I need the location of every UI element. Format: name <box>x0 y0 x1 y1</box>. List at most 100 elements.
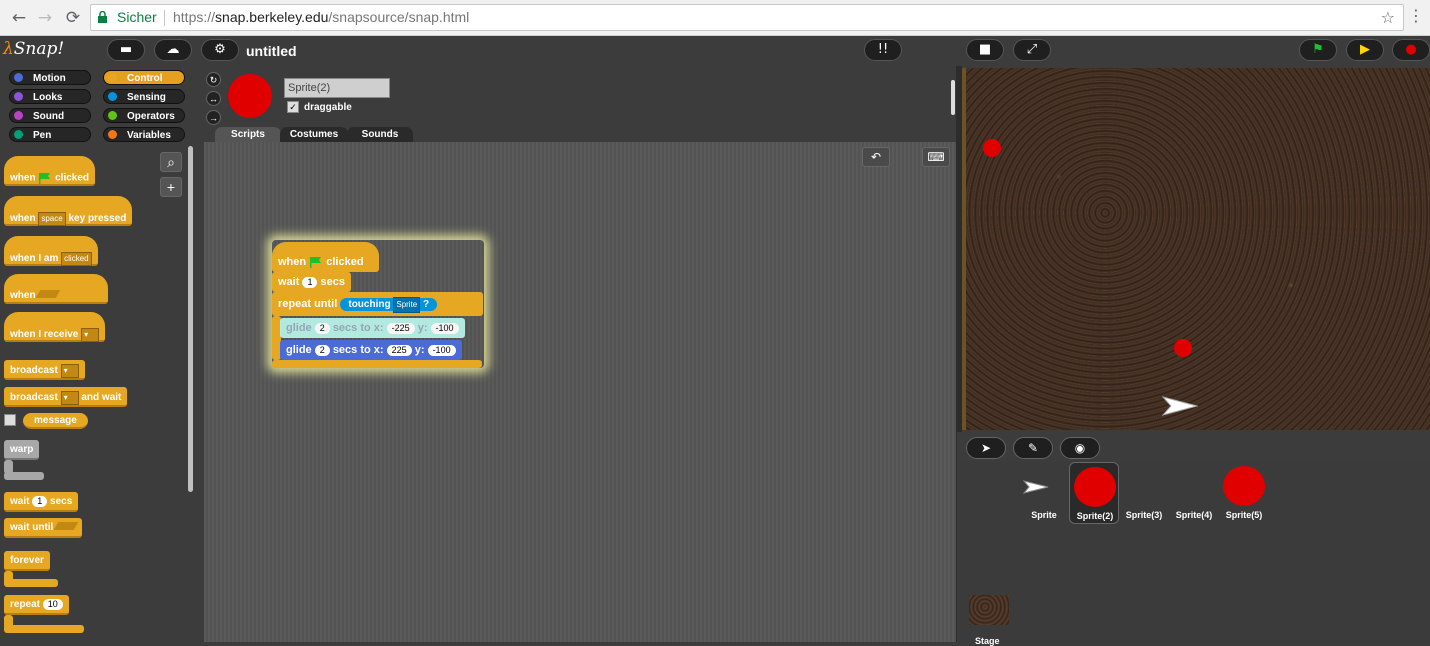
stage-sprite-red-ball[interactable] <box>1174 339 1192 357</box>
forward-icon[interactable]: → <box>34 7 56 29</box>
developer-mode-button[interactable]: !! <box>864 39 902 61</box>
back-icon[interactable]: ← <box>8 7 30 29</box>
draggable-checkbox[interactable]: ✓ <box>287 101 299 113</box>
block-when-key-pressed[interactable]: when space key pressed <box>4 196 133 226</box>
block-repeat[interactable]: repeat 10 <box>4 595 69 615</box>
bookmark-star-icon[interactable]: ☆ <box>1381 5 1395 30</box>
script-glide-first[interactable]: glide 2 secs to x: -225 y: -100 <box>280 318 465 338</box>
file-menu-button[interactable]: ▬ <box>107 39 145 61</box>
block-when-i-receive[interactable]: when I receive ▾ <box>4 312 106 342</box>
category-pen[interactable]: Pen <box>9 127 91 142</box>
number-slot[interactable]: -225 <box>386 323 415 334</box>
tab-costumes[interactable]: Costumes <box>280 127 348 143</box>
make-block-button[interactable]: + <box>160 177 182 197</box>
sprite-label: Sprite(5) <box>1225 510 1263 520</box>
message-dropdown[interactable]: ▾ <box>81 328 100 342</box>
category-operators[interactable]: Operators <box>103 108 185 123</box>
block-when-condition[interactable]: when <box>4 274 108 304</box>
message-dropdown[interactable]: ▾ <box>60 391 79 405</box>
pen-dot-icon <box>14 130 23 139</box>
sprite-corral: Sprite Sprite(2) Sprite(3) Sprite(4) Spr… <box>957 462 1430 646</box>
motion-dot-icon <box>14 73 23 82</box>
cloud-button[interactable]: ☁ <box>154 39 192 61</box>
undo-button[interactable]: ↶ <box>862 147 890 167</box>
number-slot[interactable]: 2 <box>314 345 330 356</box>
block-broadcast[interactable]: broadcast ▾ <box>4 360 85 380</box>
category-motion[interactable]: Motion <box>9 70 91 85</box>
add-turtle-sprite-button[interactable]: ➤ <box>966 437 1006 459</box>
rotate-none-button[interactable]: → <box>206 110 221 125</box>
number-slot[interactable]: 225 <box>386 345 412 356</box>
number-slot[interactable]: -100 <box>427 345 456 356</box>
block-text: when <box>278 256 307 268</box>
number-slot[interactable]: -100 <box>430 323 459 334</box>
stage-thumbnail[interactable] <box>969 595 1009 625</box>
script-wait-secs[interactable]: wait 1 secs <box>272 272 352 292</box>
corral-sprite-4[interactable]: Sprite(4) <box>1169 462 1219 524</box>
category-variables[interactable]: Variables <box>103 127 185 142</box>
interaction-dropdown[interactable]: clicked <box>61 252 92 266</box>
number-slot[interactable]: 2 <box>314 323 330 334</box>
settings-button[interactable]: ⚙ <box>201 39 239 61</box>
fullscreen-button[interactable]: ⤢ <box>1013 39 1051 61</box>
tab-scripts[interactable]: Scripts <box>215 127 281 143</box>
search-blocks-button[interactable]: ⌕ <box>160 152 182 172</box>
header-scrollbar[interactable] <box>951 80 955 115</box>
reporter-message[interactable]: message <box>23 413 88 429</box>
tab-sounds[interactable]: Sounds <box>347 127 413 143</box>
rotate-flip-button[interactable]: ↔ <box>206 91 221 106</box>
script-repeat-until[interactable]: repeat until touching Sprite ? <box>272 292 483 316</box>
snap-logo[interactable]: λSnap! <box>3 39 64 61</box>
block-text: secs to x: <box>332 322 384 334</box>
turtle-sprite-icon[interactable] <box>1162 396 1198 416</box>
green-flag-button[interactable]: ⚑ <box>1299 39 1337 61</box>
boolean-slot[interactable] <box>53 522 79 530</box>
corral-sprite-5[interactable]: Sprite(5) <box>1219 462 1269 524</box>
stage-size-button[interactable]: ■ <box>966 39 1004 61</box>
keyboard-entry-button[interactable]: ⌨ <box>922 147 950 167</box>
number-slot[interactable]: 1 <box>32 496 48 507</box>
pause-button[interactable]: ▶ <box>1346 39 1384 61</box>
reload-icon[interactable]: ⟳ <box>62 7 84 29</box>
touching-predicate[interactable]: touching Sprite ? <box>340 297 438 313</box>
block-text: clicked <box>326 256 364 268</box>
script-when-flag-clicked[interactable]: when clicked <box>272 242 379 272</box>
sprite-name-field[interactable]: Sprite(2) <box>284 78 390 98</box>
boolean-slot[interactable] <box>36 290 61 298</box>
rotate-free-button[interactable]: ↻ <box>206 72 221 87</box>
script-glide-second[interactable]: glide 2 secs to x: 225 y: -100 <box>280 340 462 360</box>
stage-sprite-red-ball[interactable] <box>983 139 1001 157</box>
fullscreen-icon: ⤢ <box>1026 42 1038 57</box>
paint-new-sprite-button[interactable]: ✎ <box>1013 437 1053 459</box>
block-forever[interactable]: forever <box>4 551 50 571</box>
block-wait-secs[interactable]: wait 1 secs <box>4 492 79 512</box>
category-label: Sensing <box>127 92 166 103</box>
browser-menu-icon[interactable]: ⋮ <box>1408 6 1424 25</box>
corral-sprite-3[interactable]: Sprite(3) <box>1119 462 1169 524</box>
category-sensing[interactable]: Sensing <box>103 89 185 104</box>
address-bar[interactable]: Sicher https://snap.berkeley.edu/snapsou… <box>90 4 1404 31</box>
category-control[interactable]: Control <box>103 70 185 85</box>
stop-button[interactable]: ● <box>1392 39 1430 61</box>
message-checkbox[interactable] <box>4 414 16 426</box>
block-when-flag-clicked[interactable]: when clicked <box>4 156 96 186</box>
corral-sprite[interactable]: Sprite <box>1019 462 1069 524</box>
number-slot[interactable]: 1 <box>302 277 318 288</box>
camera-sprite-button[interactable]: ◉ <box>1060 437 1100 459</box>
message-dropdown[interactable]: ▾ <box>60 364 79 378</box>
category-looks[interactable]: Looks <box>9 89 91 104</box>
number-slot[interactable]: 10 <box>42 599 63 610</box>
block-warp[interactable]: warp <box>4 440 40 460</box>
target-dropdown[interactable]: Sprite <box>393 297 421 313</box>
block-palette: ⌕ + when clicked when space key pressed … <box>0 146 197 642</box>
block-wait-until[interactable]: wait until <box>4 518 83 538</box>
block-broadcast-and-wait[interactable]: broadcast ▾ and wait <box>4 387 128 407</box>
corral-sprite-2[interactable]: Sprite(2) <box>1069 462 1119 524</box>
block-text: broadcast <box>10 392 58 403</box>
stage[interactable] <box>962 68 1430 430</box>
palette-scrollbar[interactable] <box>188 146 193 492</box>
block-when-i-am[interactable]: when I am clicked <box>4 236 98 266</box>
category-sound[interactable]: Sound <box>9 108 91 123</box>
key-dropdown[interactable]: space <box>38 212 66 226</box>
scripts-area[interactable]: ↶ ⌨ when clicked wait 1 secs repeat unti… <box>204 142 956 642</box>
